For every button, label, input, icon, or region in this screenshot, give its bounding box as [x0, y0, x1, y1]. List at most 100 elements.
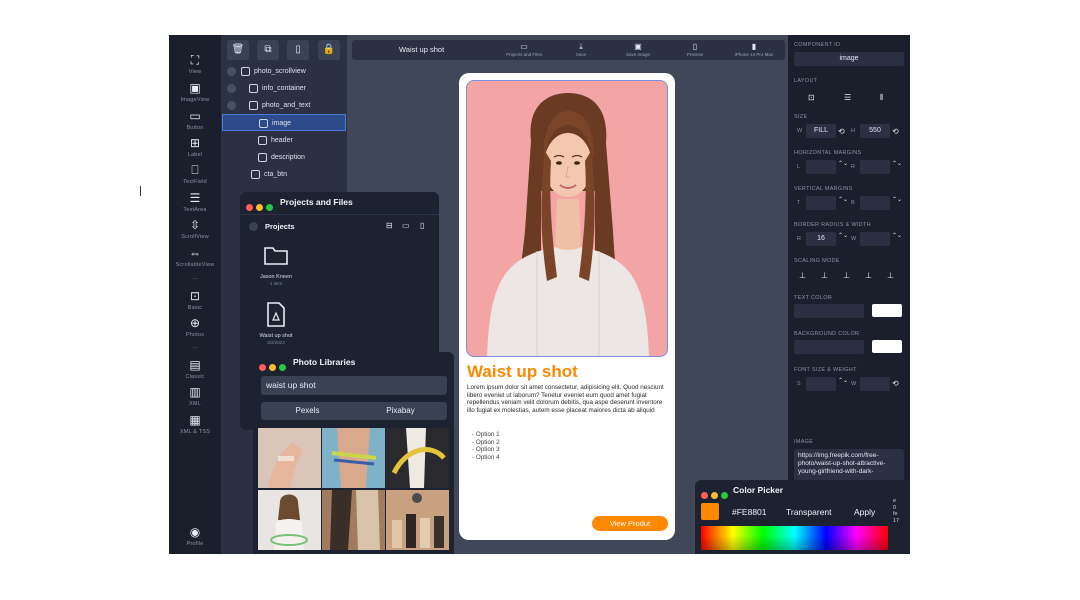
tree-node-header[interactable]: header — [258, 132, 346, 149]
minimize-dot[interactable] — [711, 492, 718, 499]
background-color-swatch[interactable] — [872, 340, 902, 353]
new-project-icon[interactable]: ⊟ — [386, 221, 393, 230]
expand-toggle-icon[interactable] — [227, 100, 236, 110]
photo-thumbnail[interactable] — [258, 428, 321, 488]
tree-node-cta-btn[interactable]: cta_btn — [251, 166, 345, 183]
lock-button[interactable]: 🔒 — [318, 40, 340, 60]
font-size-input[interactable] — [806, 377, 836, 391]
expand-toggle-icon[interactable] — [227, 83, 236, 93]
tool-scrollview[interactable]: ⇳ ScrollView — [169, 218, 221, 240]
stepper-icon[interactable]: ⌃⌄ — [838, 376, 848, 386]
stepper-icon[interactable]: ⌃⌄ — [892, 231, 902, 241]
photo-search-input[interactable] — [261, 376, 447, 395]
back-icon[interactable] — [249, 222, 258, 231]
photo-thumbnail[interactable] — [386, 490, 449, 550]
scale-stretch-icon[interactable]: ⊥ — [887, 271, 894, 281]
apply-button[interactable]: Apply — [854, 507, 875, 517]
margin-bottom-input[interactable] — [860, 196, 890, 210]
new-file-icon[interactable]: ▯ — [420, 221, 424, 230]
minimize-dot[interactable] — [256, 204, 263, 211]
width-input[interactable]: FILL — [806, 124, 836, 138]
zoom-dot[interactable] — [266, 204, 273, 211]
tab-pexels[interactable]: Pexels — [261, 402, 354, 420]
tool-classic[interactable]: ▤ Classic — [169, 358, 221, 380]
tool-label[interactable]: ⊞ Label — [169, 136, 221, 158]
photo-thumbnail[interactable] — [386, 428, 449, 488]
width-reset-icon[interactable]: ⟲ — [838, 127, 845, 137]
text-color-label: TEXT COLOR — [794, 295, 833, 301]
profile-button[interactable]: ◉ Profile — [169, 525, 221, 547]
stepper-icon[interactable]: ⌃⌄ — [838, 195, 848, 205]
tool-photos[interactable]: ⊕ Photos — [169, 316, 221, 338]
height-input[interactable]: 550 — [860, 124, 890, 138]
stepper-icon[interactable]: ⌃⌄ — [838, 159, 848, 169]
font-weight-input[interactable] — [860, 377, 890, 391]
preview-button[interactable]: ▯ Preview — [670, 42, 720, 57]
text-color-input[interactable] — [794, 304, 864, 318]
stepper-icon[interactable]: ⌃⌄ — [892, 195, 902, 205]
photo-thumbnail[interactable] — [258, 490, 321, 550]
hero-image[interactable] — [466, 80, 668, 357]
tree-node-photo-and-text[interactable]: photo_and_text — [227, 97, 345, 114]
expand-toggle-icon[interactable] — [227, 66, 236, 76]
scale-center-icon[interactable]: ⊥ — [843, 271, 850, 281]
tree-node-image[interactable]: image — [222, 114, 346, 131]
photo-thumbnail[interactable] — [322, 490, 385, 550]
hex-value[interactable]: #FE8801 — [732, 507, 767, 517]
view-node-icon — [249, 83, 258, 93]
tab-pixabay[interactable]: Pixabay — [354, 402, 447, 420]
tool-imageview[interactable]: ▣ ImageView — [169, 81, 221, 103]
height-reset-icon[interactable]: ⟲ — [892, 127, 899, 137]
zoom-dot[interactable] — [279, 364, 286, 371]
image-url-input[interactable]: https://img.freepik.com/free-photo/waist… — [794, 449, 904, 483]
tree-node-info-container[interactable]: info_container — [227, 80, 345, 97]
device-selector[interactable]: ▮ iPhone 14 Pro Max — [727, 42, 781, 57]
font-reset-icon[interactable]: ⟲ — [892, 379, 899, 389]
new-folder-icon[interactable]: ▭ — [402, 221, 410, 230]
paste-button[interactable]: ▯ — [287, 40, 309, 60]
duplicate-button[interactable]: ⧉ — [257, 40, 279, 60]
margin-right-input[interactable] — [860, 160, 890, 174]
tool-scrollableview[interactable]: ⇔ ScrollableView — [169, 246, 221, 268]
layout-horizontal-icon[interactable]: ⫴ — [880, 93, 883, 103]
view-product-button[interactable]: View Produt — [592, 516, 668, 531]
save-image-button[interactable]: ▣ Save Image — [613, 42, 663, 57]
component-id-input[interactable]: image — [794, 52, 904, 66]
tool-button[interactable]: ▭ Button — [169, 109, 221, 131]
border-radius-input[interactable]: 16 — [806, 232, 836, 246]
tool-view[interactable]: ⛶ View — [169, 53, 221, 75]
scale-fit-icon[interactable]: ⊥ — [821, 271, 828, 281]
minimize-dot[interactable] — [269, 364, 276, 371]
close-dot[interactable] — [701, 492, 708, 499]
border-width-input[interactable] — [860, 232, 890, 246]
stepper-icon[interactable]: ⌃⌄ — [892, 159, 902, 169]
zoom-dot[interactable] — [721, 492, 728, 499]
tool-textfield[interactable]: ⎕ TextField — [169, 163, 221, 185]
toolbar-divider: — — [192, 276, 198, 282]
tool-xml[interactable]: ▥ XML — [169, 385, 221, 407]
tree-node-photo-scrollview[interactable]: photo_scrollview — [227, 63, 345, 80]
background-color-input[interactable] — [794, 340, 864, 354]
delete-button[interactable]: 🗑 — [227, 40, 249, 60]
phone-preview: Waist up shot Lorem ipsum dolor sit amet… — [459, 73, 675, 540]
photo-thumbnail[interactable] — [322, 428, 385, 488]
text-color-swatch[interactable] — [872, 304, 902, 317]
color-spectrum[interactable] — [701, 526, 888, 550]
scale-crop-icon[interactable]: ⊥ — [865, 271, 872, 281]
close-dot[interactable] — [246, 204, 253, 211]
save-button[interactable]: ⤓ Save — [556, 42, 606, 57]
margin-top-input[interactable] — [806, 196, 836, 210]
transparent-button[interactable]: Transparent — [786, 507, 832, 517]
scale-fill-icon[interactable]: ⊥ — [799, 271, 806, 281]
tool-basic[interactable]: ⊡ Basic — [169, 289, 221, 311]
projects-and-files-button[interactable]: ▭ Projects and Files — [499, 42, 549, 57]
margin-left-input[interactable] — [806, 160, 836, 174]
stepper-icon[interactable]: ⌃⌄ — [838, 231, 848, 241]
layout-absolute-icon[interactable]: ⊡ — [808, 93, 815, 103]
tool-textarea[interactable]: ☰ TextArea — [169, 191, 221, 213]
selected-color-swatch[interactable] — [701, 503, 719, 520]
tool-xml-tss[interactable]: ▦ XML & TSS — [169, 413, 221, 435]
close-dot[interactable] — [259, 364, 266, 371]
layout-vertical-icon[interactable]: ☰ — [844, 93, 851, 103]
tree-node-description[interactable]: description — [258, 149, 346, 166]
